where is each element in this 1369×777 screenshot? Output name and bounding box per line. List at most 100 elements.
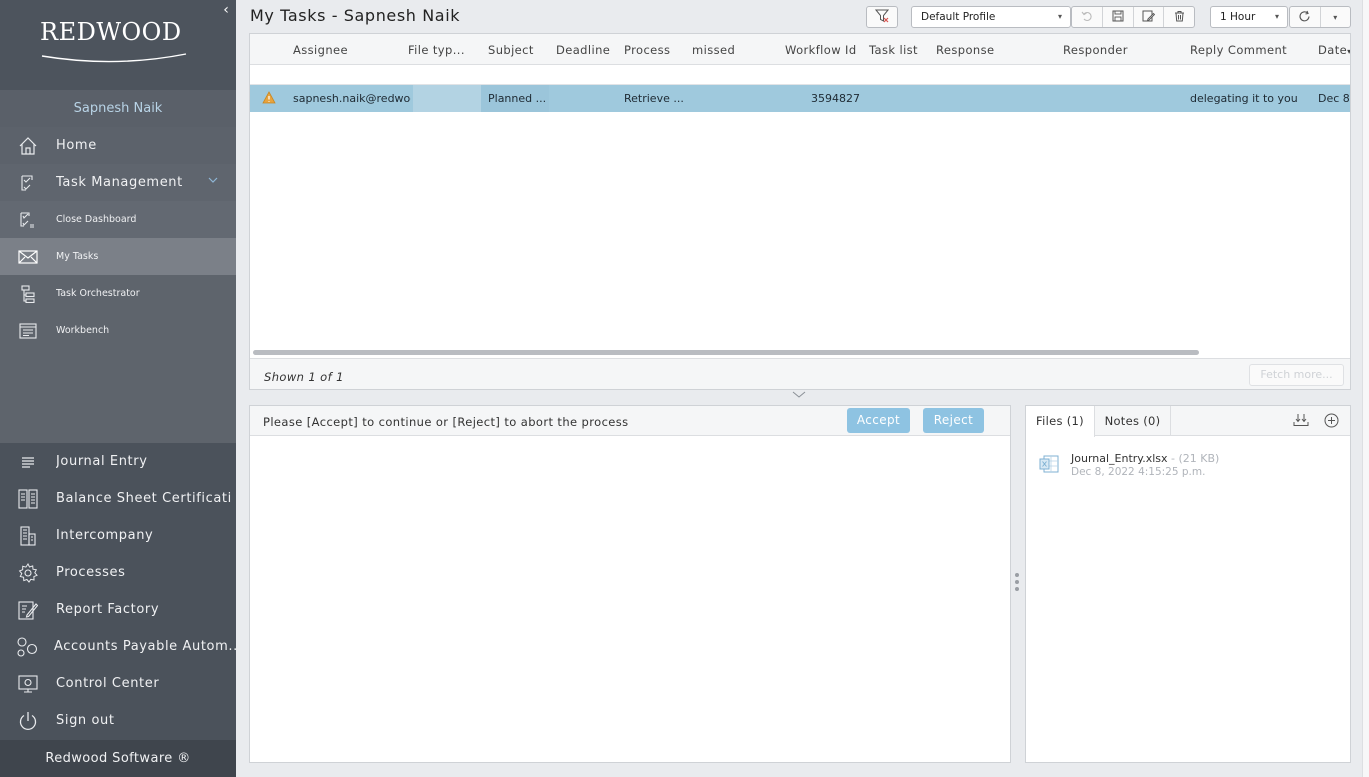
sidebar-spacer [0, 349, 236, 443]
task-management-icon [0, 174, 56, 192]
sidebar-item-sign-out[interactable]: Sign out [0, 702, 236, 739]
column-header-file-type[interactable]: File typ... [408, 43, 465, 57]
column-header-process[interactable]: Process [624, 43, 670, 57]
sidebar-header: ‹ REDWOOD [0, 0, 236, 90]
process-cell: Retrieve ... [624, 92, 684, 105]
grid-filter-row[interactable] [250, 65, 1350, 85]
sidebar-item-label: Accounts Payable Autom... [54, 639, 236, 654]
column-header-workflow-id[interactable]: Workflow Id [785, 43, 857, 57]
caret-down-icon: ▾ [1274, 12, 1279, 21]
undo-icon [1081, 10, 1093, 25]
attachment-item[interactable]: Journal_Entry.xlsx - (21 KB) Dec 8, 2022… [1039, 451, 1339, 485]
warning-icon [262, 91, 276, 107]
refresh-controls: ▾ [1289, 6, 1351, 28]
power-icon [0, 711, 56, 731]
refresh-interval-select[interactable]: 1 Hour ▾ [1210, 6, 1288, 28]
control-center-icon [0, 674, 56, 693]
logo-text: REDWOOD [40, 18, 182, 46]
trash-icon [1174, 10, 1185, 25]
column-header-deadline[interactable]: Deadline [556, 43, 610, 57]
accept-button[interactable]: Accept [847, 408, 910, 433]
reject-button[interactable]: Reject [923, 408, 984, 433]
column-header-response[interactable]: Response [936, 43, 994, 57]
sidebar-item-task-orchestrator[interactable]: Task Orchestrator [0, 275, 236, 312]
column-header-task-list[interactable]: Task list [869, 43, 918, 57]
sidebar-item-close-dashboard[interactable]: Close Dashboard [0, 201, 236, 238]
sidebar-item-label: Sign out [56, 713, 115, 728]
sidebar-item-journal-entry[interactable]: Journal Entry [0, 443, 236, 480]
splitter-dot [1015, 580, 1019, 584]
undo-button[interactable] [1072, 7, 1102, 27]
sidebar-item-processes[interactable]: Processes [0, 554, 236, 591]
collapse-sidebar-button[interactable]: ‹ [219, 2, 233, 18]
sidebar-item-home[interactable]: Home [0, 127, 236, 164]
download-all-icon[interactable] [1293, 413, 1309, 430]
fetch-more-button[interactable]: Fetch more... [1249, 364, 1344, 386]
sidebar-item-task-management[interactable]: Task Management [0, 164, 236, 201]
sidebar-item-control-center[interactable]: Control Center [0, 665, 236, 702]
row-count-text: Shown 1 of 1 [264, 370, 344, 384]
sort-desc-icon: ▾ [1347, 47, 1350, 56]
user-name: Sapnesh Naik [0, 90, 236, 127]
sidebar-footer: Redwood Software ® [0, 740, 236, 777]
clear-filter-button[interactable] [866, 6, 898, 28]
close-dashboard-icon [0, 211, 56, 229]
splitter-dot [1015, 573, 1019, 577]
column-header-subject[interactable]: Subject [488, 43, 534, 57]
column-header-date[interactable]: Date▾ [1318, 43, 1350, 57]
sidebar-item-balance-sheet[interactable]: Balance Sheet Certificati [0, 480, 236, 517]
orchestrator-icon [0, 284, 56, 303]
sidebar-item-intercompany[interactable]: Intercompany [0, 517, 236, 554]
delete-profile-button[interactable] [1163, 7, 1194, 27]
save-icon [1112, 10, 1124, 25]
sidebar-item-label: Task Management [56, 175, 183, 190]
sidebar-item-label: Report Factory [56, 602, 160, 617]
sidebar-item-workbench[interactable]: Workbench [0, 312, 236, 349]
sidebar-item-label: Task Orchestrator [56, 288, 140, 299]
tasks-grid: Assignee File typ... Subject Deadline Pr… [249, 33, 1351, 390]
column-header-missed[interactable]: missed [692, 43, 735, 57]
envelope-icon [0, 249, 56, 265]
attachment-file-name: Journal_Entry.xlsx [1071, 452, 1168, 465]
save-as-button[interactable] [1132, 7, 1164, 27]
column-header-responder[interactable]: Responder [1063, 43, 1128, 57]
sidebar-item-label: Workbench [56, 325, 110, 336]
column-header-assignee[interactable]: Assignee [293, 43, 348, 57]
refresh-button[interactable] [1290, 7, 1320, 27]
tab-files[interactable]: Files (1) [1026, 406, 1095, 437]
horizontal-scrollbar[interactable] [253, 350, 1199, 355]
chevron-down-icon[interactable] [208, 176, 218, 187]
task-action-panel: Please [Accept] to continue or [Reject] … [249, 405, 1011, 763]
attachments-panel: Files (1) Notes (0) Journal_Entry.xlsx -… [1025, 405, 1351, 763]
sidebar-item-my-tasks[interactable]: My Tasks [0, 238, 236, 275]
add-file-icon[interactable] [1324, 413, 1339, 431]
sidebar-item-accounts-payable[interactable]: Accounts Payable Autom... [0, 628, 236, 665]
save-profile-button[interactable] [1101, 7, 1133, 27]
task-action-header: Please [Accept] to continue or [Reject] … [250, 406, 1010, 436]
collapse-details-icon[interactable] [792, 391, 806, 402]
subject-cell: Planned ... [488, 92, 547, 105]
refresh-menu-button[interactable]: ▾ [1319, 7, 1351, 27]
column-header-date-label: Date [1318, 43, 1348, 57]
sidebar: ‹ REDWOOD Sapnesh Naik Home Task Managem… [0, 0, 236, 777]
sidebar-item-label: Balance Sheet Certificati [56, 491, 232, 506]
tab-notes[interactable]: Notes (0) [1095, 406, 1171, 436]
logo-swoosh [41, 53, 187, 63]
grid-footer: Shown 1 of 1 Fetch more... [250, 358, 1350, 389]
home-icon [0, 136, 56, 156]
profile-select[interactable]: Default Profile ▾ [911, 6, 1071, 28]
attachments-tabs: Files (1) Notes (0) [1026, 406, 1350, 437]
reply-comment-cell: delegating it to you [1190, 92, 1298, 105]
refresh-icon [1298, 10, 1311, 25]
column-header-reply-comment[interactable]: Reply Comment [1190, 43, 1287, 57]
panel-splitter-handle[interactable] [1015, 573, 1021, 597]
report-factory-icon [0, 600, 56, 620]
sidebar-item-report-factory[interactable]: Report Factory [0, 591, 236, 628]
assignee-cell: sapnesh.naik@redwoc [293, 92, 411, 105]
page-title: My Tasks - Sapnesh Naik [250, 6, 461, 25]
table-row[interactable]: sapnesh.naik@redwoc Planned ... Retrieve… [250, 85, 1350, 112]
file-type-cell [413, 85, 481, 112]
refresh-interval-value: 1 Hour [1220, 11, 1256, 23]
sidebar-item-label: Home [56, 138, 97, 153]
excel-file-icon [1039, 455, 1059, 476]
